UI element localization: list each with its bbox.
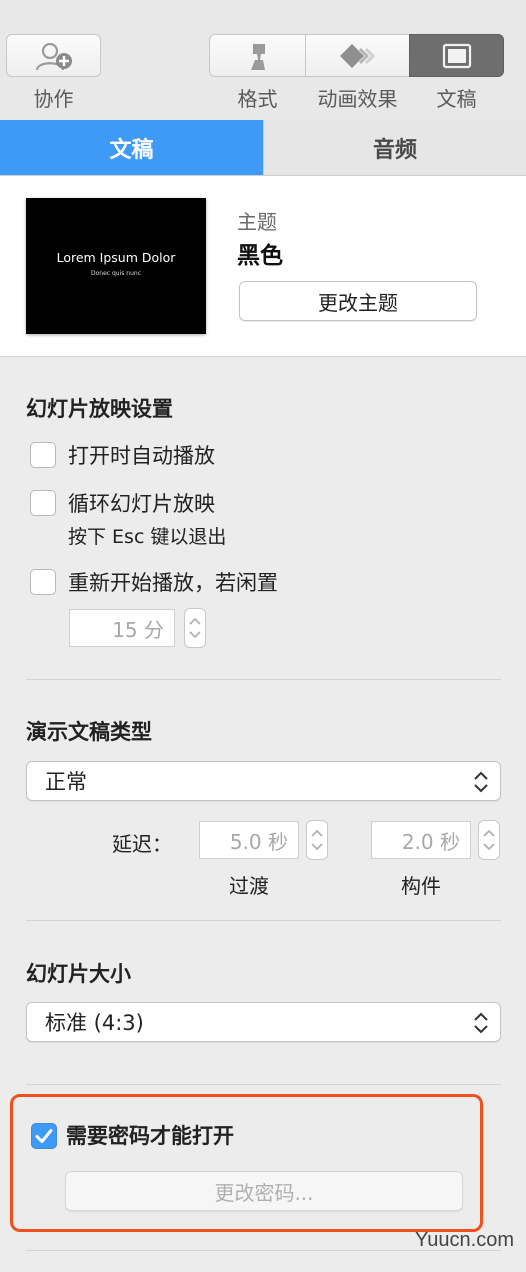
- require-password-label: 需要密码才能打开: [66, 1124, 234, 1148]
- theme-thumbnail: Lorem Ipsum Dolor Donec quis nunc: [26, 198, 206, 334]
- build-label: 构件: [401, 874, 441, 898]
- change-password-button[interactable]: 更改密码...: [65, 1171, 463, 1211]
- autoplay-label: 打开时自动播放: [68, 444, 215, 468]
- collaborate-label: 协作: [33, 87, 74, 111]
- document-panel-icon: [442, 43, 471, 68]
- change-theme-button[interactable]: 更改主题: [239, 281, 477, 321]
- theme-section: Lorem Ipsum Dolor Donec quis nunc 主题 黑色 …: [0, 176, 526, 357]
- watermark: Yuucn.com: [415, 1229, 514, 1251]
- transition-label: 过渡: [229, 874, 269, 898]
- idle-minutes-field[interactable]: 15 分: [69, 609, 175, 647]
- idle-minutes-stepper[interactable]: [184, 608, 206, 648]
- restart-idle-checkbox[interactable]: [30, 569, 56, 595]
- build-delay-stepper[interactable]: [478, 820, 500, 860]
- tab-document[interactable]: 文稿: [0, 120, 263, 175]
- animate-label: 动画效果: [317, 87, 398, 111]
- collaborate-icon: [35, 42, 72, 70]
- animate-diamond-icon: [339, 43, 375, 68]
- presentation-type-title: 演示文稿类型: [26, 720, 152, 744]
- presentation-type-select[interactable]: 正常: [26, 761, 501, 801]
- restart-idle-label: 重新开始播放，若闲置: [68, 571, 278, 595]
- loop-label: 循环幻灯片放映: [68, 492, 215, 516]
- select-arrows-icon: [474, 1012, 488, 1034]
- presentation-type-value: 正常: [45, 770, 87, 794]
- theme-name: 黑色: [237, 243, 283, 269]
- stepper-arrows-icon: [189, 617, 201, 639]
- divider: [26, 679, 501, 680]
- transition-delay-stepper[interactable]: [306, 820, 328, 860]
- stepper-arrows-icon: [311, 829, 323, 851]
- format-label: 格式: [237, 87, 278, 111]
- esc-hint: 按下 Esc 键以退出: [68, 526, 227, 548]
- slideshow-settings-title: 幻灯片放映设置: [26, 397, 173, 421]
- divider: [26, 920, 501, 921]
- loop-checkbox[interactable]: [30, 490, 56, 516]
- require-password-checkbox[interactable]: [31, 1123, 57, 1149]
- slide-size-title: 幻灯片大小: [26, 962, 131, 986]
- checkmark-icon: [35, 1129, 53, 1143]
- build-delay-field[interactable]: 2.0 秒: [371, 821, 471, 859]
- slide-size-select[interactable]: 标准 (4:3): [26, 1002, 501, 1042]
- document-label: 文稿: [436, 87, 477, 111]
- tab-audio[interactable]: 音频: [263, 120, 526, 175]
- paintbrush-icon: [250, 43, 265, 70]
- autoplay-checkbox[interactable]: [30, 442, 56, 468]
- toolbar: 协作 格式 动画效果 文稿: [0, 0, 526, 120]
- theme-label: 主题: [237, 210, 277, 234]
- delay-label: 延迟：: [112, 832, 172, 856]
- format-button[interactable]: [209, 34, 306, 77]
- select-arrows-icon: [474, 771, 488, 793]
- animate-button[interactable]: [305, 34, 410, 77]
- collaborate-button[interactable]: [6, 34, 101, 77]
- thumbnail-title: Lorem Ipsum Dolor: [56, 250, 176, 265]
- stepper-arrows-icon: [483, 829, 495, 851]
- slide-size-value: 标准 (4:3): [45, 1011, 144, 1035]
- document-button[interactable]: [409, 34, 504, 77]
- inspector-tabs: 文稿 音频: [0, 120, 526, 176]
- thumbnail-subtitle: Donec quis nunc: [90, 270, 141, 277]
- divider: [26, 1084, 501, 1085]
- highlight-annotation: [10, 1094, 483, 1232]
- transition-delay-field[interactable]: 5.0 秒: [199, 821, 299, 859]
